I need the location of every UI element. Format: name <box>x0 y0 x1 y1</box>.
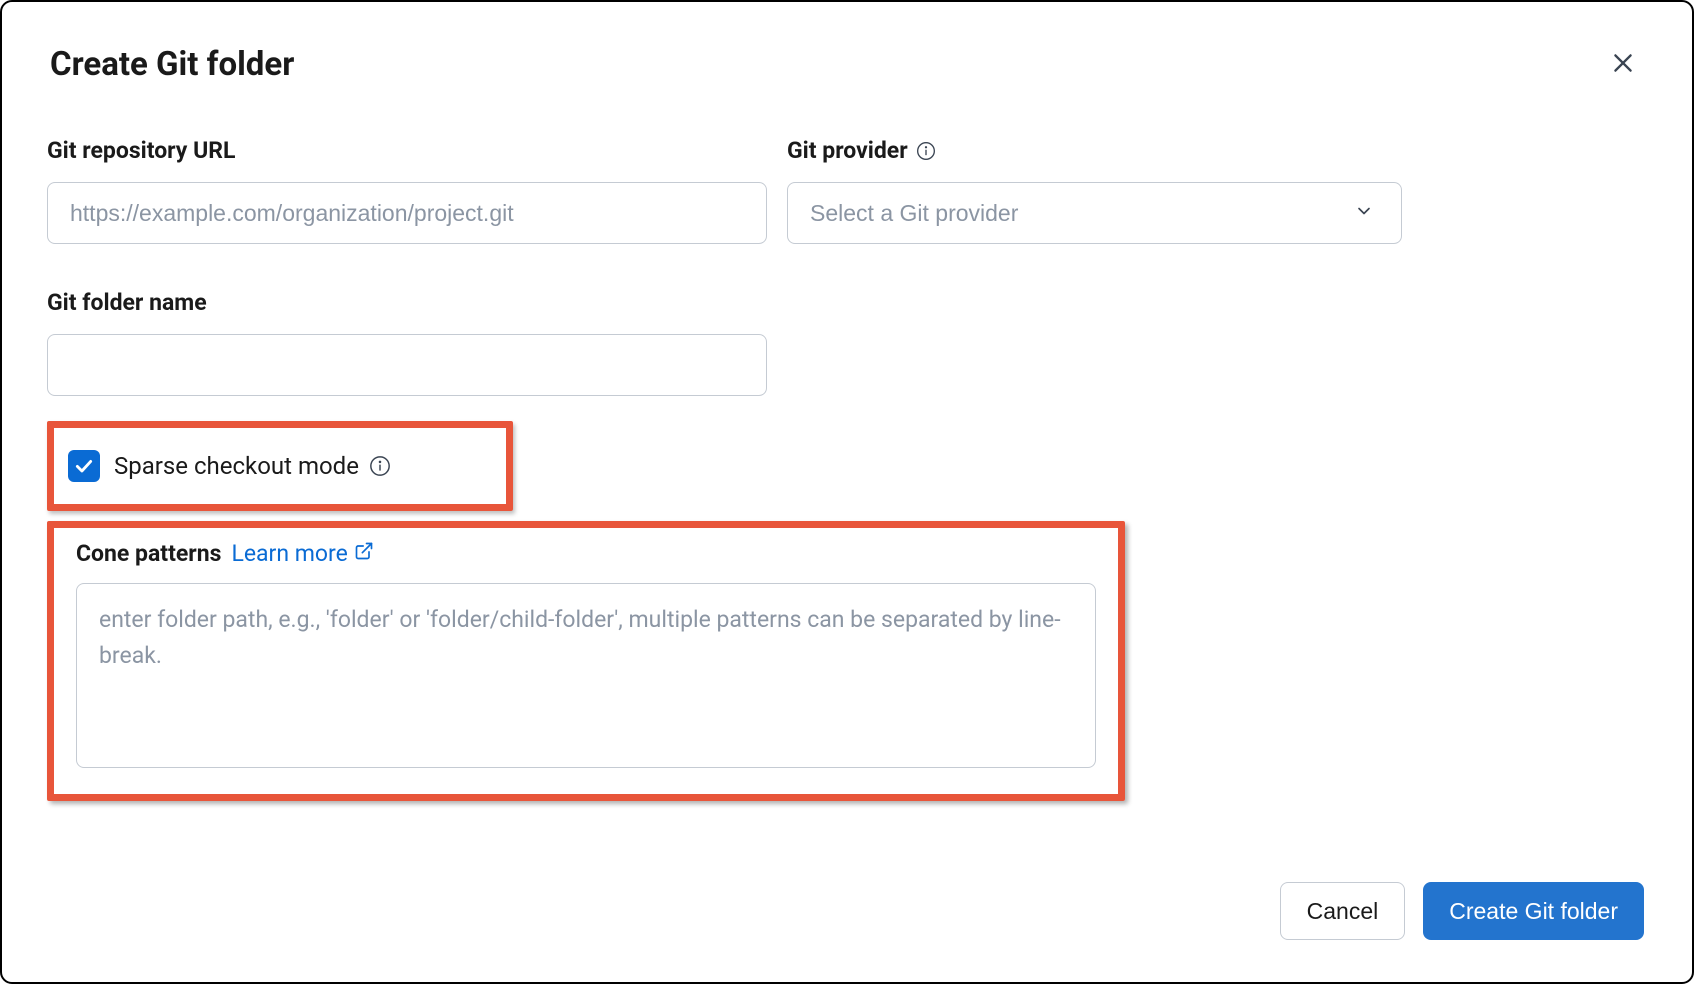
folder-name-label: Git folder name <box>47 289 767 316</box>
create-git-folder-dialog: Create Git folder Git repository URL Git… <box>2 2 1692 982</box>
repo-url-input[interactable] <box>47 182 767 244</box>
provider-label: Git provider <box>787 137 1402 164</box>
close-button[interactable] <box>1602 42 1644 87</box>
cone-patterns-label: Cone patterns <box>76 540 221 567</box>
row-url-provider: Git repository URL Git provider Select a… <box>50 137 1644 244</box>
create-button[interactable]: Create Git folder <box>1423 882 1644 940</box>
repo-url-label: Git repository URL <box>47 137 767 164</box>
provider-select-wrap: Select a Git provider <box>787 182 1402 244</box>
cancel-button[interactable]: Cancel <box>1280 882 1406 940</box>
learn-more-text: Learn more <box>231 540 347 567</box>
provider-group: Git provider Select a Git provider <box>787 137 1402 244</box>
repo-url-group: Git repository URL <box>47 137 767 244</box>
sparse-checkout-label-text: Sparse checkout mode <box>114 452 359 480</box>
learn-more-link[interactable]: Learn more <box>231 540 373 567</box>
info-icon[interactable] <box>369 455 391 477</box>
sparse-checkout-highlight: Sparse checkout mode <box>47 421 513 511</box>
external-link-icon <box>354 540 374 567</box>
dialog-footer: Cancel Create Git folder <box>1280 882 1644 940</box>
dialog-title: Create Git folder <box>50 45 294 84</box>
sparse-checkout-label: Sparse checkout mode <box>114 452 391 480</box>
provider-label-text: Git provider <box>787 137 908 164</box>
folder-name-input[interactable] <box>47 334 767 396</box>
dialog-header: Create Git folder <box>50 42 1644 87</box>
cone-patterns-input[interactable] <box>76 583 1096 768</box>
provider-select[interactable]: Select a Git provider <box>787 182 1402 244</box>
cone-patterns-label-row: Cone patterns Learn more <box>76 540 1096 567</box>
close-icon <box>1610 50 1636 79</box>
folder-name-group: Git folder name <box>47 289 767 396</box>
cone-patterns-highlight: Cone patterns Learn more <box>47 521 1125 801</box>
sparse-checkout-checkbox[interactable] <box>68 450 100 482</box>
info-icon[interactable] <box>916 141 936 161</box>
